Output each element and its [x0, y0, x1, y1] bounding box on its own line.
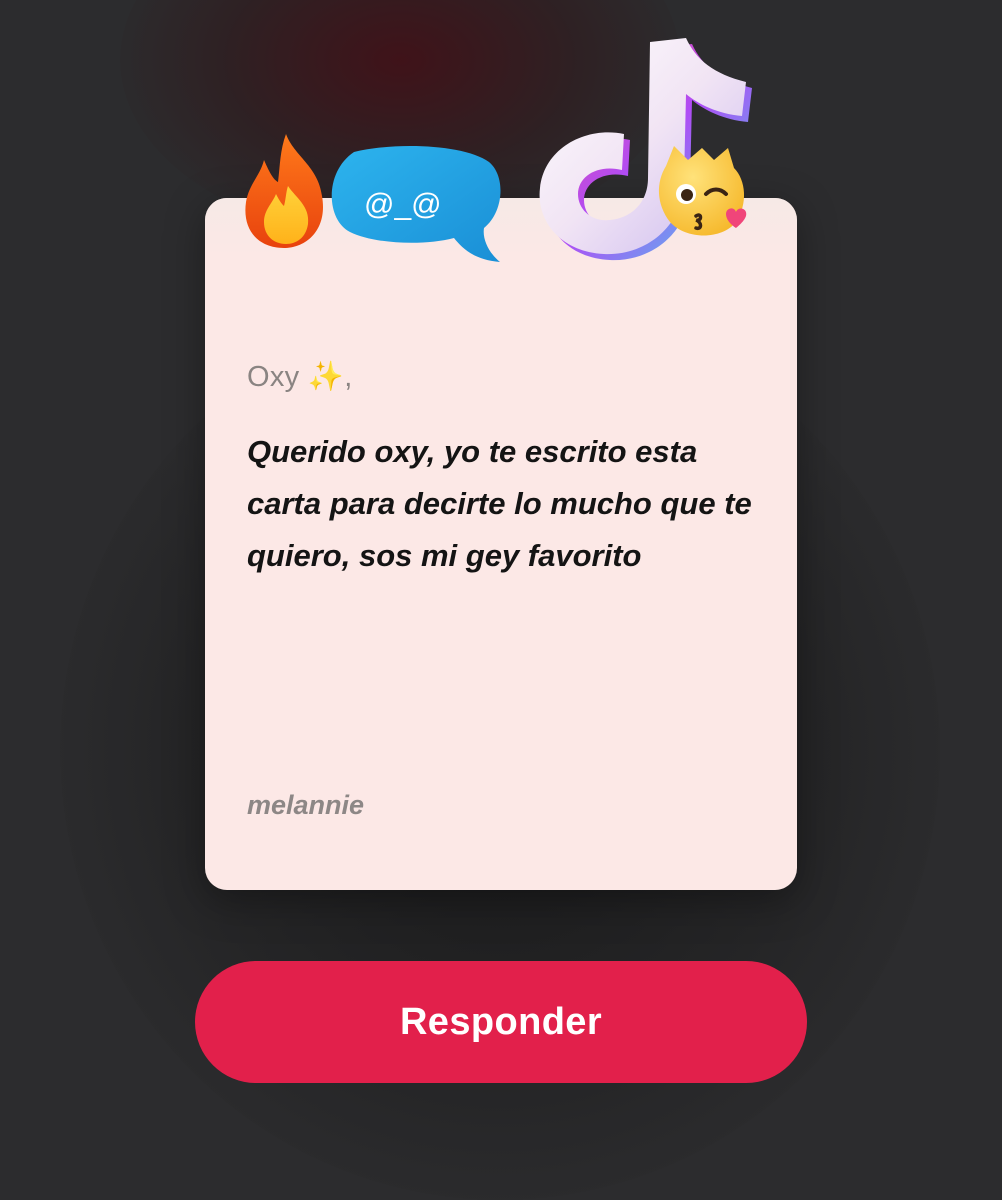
kiss-face-icon — [656, 142, 751, 242]
respond-button[interactable]: Responder — [195, 961, 807, 1083]
letter-signature: melannie — [247, 790, 365, 820]
sticker-row: @_@ — [230, 30, 770, 280]
letter-greeting: Oxy ✨, — [247, 361, 353, 393]
letter-card: Oxy ✨, Querido oxy, yo te escrito esta c… — [205, 198, 797, 890]
letter-message: Querido oxy, yo te escrito esta carta pa… — [247, 434, 752, 573]
speech-bubble-icon: @_@ — [324, 142, 509, 264]
fire-icon — [236, 130, 336, 250]
bubble-text: @_@ — [364, 188, 442, 221]
